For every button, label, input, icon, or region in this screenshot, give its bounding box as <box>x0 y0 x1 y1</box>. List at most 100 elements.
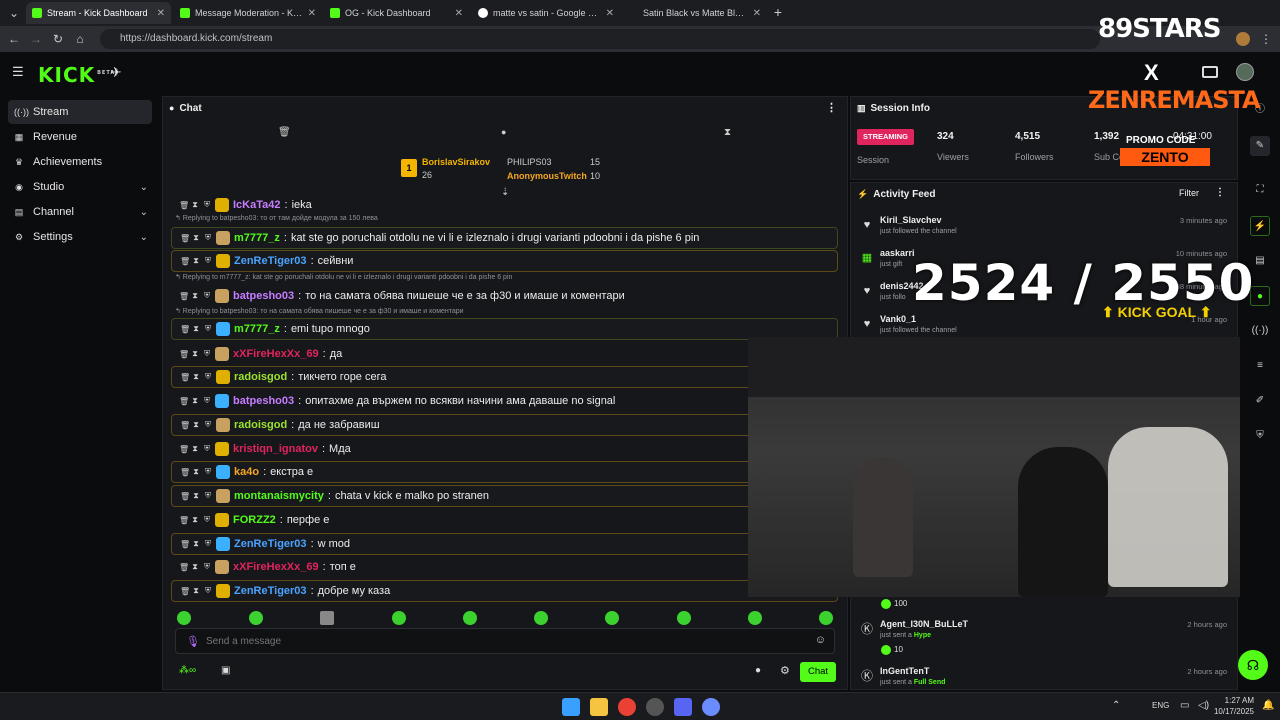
activity-menu-icon[interactable]: ⋮ <box>1215 187 1225 198</box>
filter-button[interactable]: Filter <box>1179 188 1199 198</box>
chat-username[interactable]: radoisgod <box>234 419 287 431</box>
ban-icon[interactable]: ⛨ <box>203 444 211 454</box>
network-icon[interactable]: ▭ <box>1180 700 1189 711</box>
delete-message-icon[interactable]: 🗑 <box>179 292 189 301</box>
expand-icon[interactable]: ⛶ <box>1250 180 1270 200</box>
sidebar-item-studio[interactable]: ◉ Studio ⌄ <box>8 175 152 199</box>
chat-message-input[interactable] <box>206 633 796 649</box>
delete-message-icon[interactable]: 🗑 <box>180 373 190 382</box>
chat-message-row[interactable]: 🗑 ⧗ ⛨ IcKaTa42: ieka <box>171 194 838 216</box>
chat-settings-bubble-icon[interactable]: ● <box>755 665 761 676</box>
chrome-icon[interactable] <box>618 698 636 716</box>
ban-icon[interactable]: ⛨ <box>204 491 212 501</box>
chat-username[interactable]: xXFireHexXx_69 <box>233 348 319 360</box>
close-tab-icon[interactable]: ✕ <box>753 8 761 19</box>
list-icon[interactable]: ≡ <box>1250 356 1270 376</box>
chat-username[interactable]: radoisgod <box>234 371 287 383</box>
chat-message-row[interactable]: 🗑 ⧗ ⛨ FORZZ2: перфе е <box>171 509 838 531</box>
support-headset-icon[interactable]: ☊ <box>1238 650 1268 680</box>
ban-icon[interactable]: ⛨ <box>204 539 212 549</box>
ban-icon[interactable]: ⛨ <box>203 515 211 525</box>
chat-menu-icon[interactable]: ⋮ <box>826 101 837 114</box>
chat-username[interactable]: m7777_z <box>234 232 280 244</box>
language-indicator[interactable]: ENG <box>1152 701 1169 710</box>
chat-message-row[interactable]: 🗑 ⧗ ⛨ ZenReTiger03: w mod <box>171 533 838 555</box>
forward-icon[interactable]: → <box>28 31 44 47</box>
ban-icon[interactable]: ⛨ <box>203 200 211 210</box>
file-explorer-icon[interactable] <box>590 698 608 716</box>
ban-icon[interactable]: ⛨ <box>204 256 212 266</box>
chat-username[interactable]: IcKaTa42 <box>233 199 281 211</box>
address-bar[interactable]: https://dashboard.kick.com/stream <box>100 29 1100 49</box>
hourglass-icon[interactable]: ⧗ <box>724 127 731 138</box>
broadcast-icon[interactable] <box>1202 66 1218 78</box>
ban-icon[interactable]: ⛨ <box>204 586 212 596</box>
chat-username[interactable]: ZenReTiger03 <box>234 585 307 597</box>
emote-icon[interactable] <box>392 611 406 625</box>
delete-message-icon[interactable]: 🗑 <box>180 234 190 243</box>
delete-message-icon[interactable]: 🗑 <box>180 540 190 549</box>
delete-message-icon[interactable]: 🗑 <box>180 587 190 596</box>
ban-icon[interactable]: ⛨ <box>203 291 211 301</box>
emote-icon[interactable] <box>320 611 334 625</box>
timeout-icon[interactable]: ⧗ <box>192 586 200 596</box>
chat-message-row[interactable]: 🗑 ⧗ ⛨ m7777_z: emi tupo mnogo <box>171 318 838 340</box>
timeout-icon[interactable]: ⧗ <box>192 256 200 266</box>
chat-message-row[interactable]: 🗑 ⧗ ⛨ m7777_z: kat ste go poruchali otdolu n… <box>171 227 838 249</box>
delete-message-icon[interactable]: 🗑 <box>179 516 189 525</box>
timeout-icon[interactable]: ⧗ <box>192 467 200 477</box>
send-chat-button[interactable]: Chat <box>800 662 836 682</box>
reload-icon[interactable]: ↻ <box>50 31 66 47</box>
sidebar-item-stream[interactable]: ((·)) Stream <box>8 100 152 124</box>
delete-message-icon[interactable]: 🗑 <box>180 492 190 501</box>
home-icon[interactable]: ⌂ <box>72 31 88 47</box>
ban-icon[interactable]: ⛨ <box>203 396 211 406</box>
chat-username[interactable]: FORZZ2 <box>233 514 276 526</box>
chat-username[interactable]: m7777_z <box>234 323 280 335</box>
browser-tab-moderation[interactable]: Message Moderation - Kick Dashb ✕ <box>174 2 322 24</box>
menu-kebab-icon[interactable]: ⋮ <box>1258 31 1274 47</box>
microphone-icon[interactable]: 🎙 <box>186 635 200 648</box>
broadcast-rail-icon[interactable]: ((·)) <box>1250 321 1270 341</box>
chat-message-row[interactable]: 🗑 ⧗ ⛨ xXFireHexXx_69: топ е <box>171 556 838 578</box>
chat-username[interactable]: xXFireHexXx_69 <box>233 561 319 573</box>
activity-item[interactable]: ♥ Kiril_Slavchev just followed the channel… <box>851 213 1237 245</box>
delete-message-icon[interactable]: 🗑 <box>179 201 189 210</box>
ban-icon[interactable]: ⛨ <box>204 233 212 243</box>
chat-message-row[interactable]: 🗑 ⧗ ⛨ montanaismycity: chata v kick e malko … <box>171 485 838 507</box>
chat-message-row[interactable]: 🗑 ⧗ ⛨ ZenReTiger03: сейвни <box>171 250 838 272</box>
delete-message-icon[interactable]: 🗑 <box>179 397 189 406</box>
delete-message-icon[interactable]: 🗑 <box>180 257 190 266</box>
chat-username[interactable]: ZenReTiger03 <box>234 255 307 267</box>
edit-icon[interactable]: ✎ <box>1250 136 1270 156</box>
ban-icon[interactable]: ⛨ <box>204 467 212 477</box>
lightning-rail-icon[interactable]: ⚡ <box>1250 216 1270 236</box>
emote-icon[interactable] <box>677 611 691 625</box>
delete-message-icon[interactable]: 🗑 <box>180 468 190 477</box>
discord-icon[interactable] <box>674 698 692 716</box>
chat-username[interactable]: kristiqn_ignatov <box>233 443 318 455</box>
chat-username[interactable]: ka4o <box>234 466 259 478</box>
chat-message-row[interactable]: 🗑 ⧗ ⛨ ZenReTiger03: добре му каза <box>171 580 838 602</box>
timeout-icon[interactable]: ⧗ <box>192 539 200 549</box>
sidebar-item-settings[interactable]: ⚙ Settings ⌄ <box>8 225 152 249</box>
emote-icon[interactable] <box>605 611 619 625</box>
hamburger-menu-icon[interactable]: ☰ <box>12 65 26 79</box>
tray-up-icon[interactable]: ⌃ <box>1112 700 1120 711</box>
emote-icon[interactable] <box>249 611 263 625</box>
chat-message-row[interactable]: 🗑 ⧗ ⛨ radoisgod: да не забравиш <box>171 414 838 436</box>
chat-username[interactable]: montanaismycity <box>234 490 324 502</box>
timeout-icon[interactable]: ⧗ <box>192 324 200 334</box>
timeout-icon[interactable]: ⧗ <box>192 420 200 430</box>
new-tab-button[interactable]: + <box>770 4 786 20</box>
browser-tab-google[interactable]: matte vs satin - Google Търсене ✕ <box>472 2 620 24</box>
timeout-icon[interactable]: ⧗ <box>191 349 199 359</box>
back-icon[interactable]: ← <box>6 31 22 47</box>
close-tab-icon[interactable]: ✕ <box>455 8 463 19</box>
tab-search-icon[interactable]: ⌄ <box>6 5 22 21</box>
timeout-icon[interactable]: ⧗ <box>191 200 199 210</box>
emote-icon[interactable] <box>748 611 762 625</box>
brush-icon[interactable]: ✐ <box>1250 391 1270 411</box>
delete-message-icon[interactable]: 🗑 <box>180 325 190 334</box>
browser-tab-satin[interactable]: Satin Black vs Matte Black Car W ✕ <box>622 2 767 24</box>
